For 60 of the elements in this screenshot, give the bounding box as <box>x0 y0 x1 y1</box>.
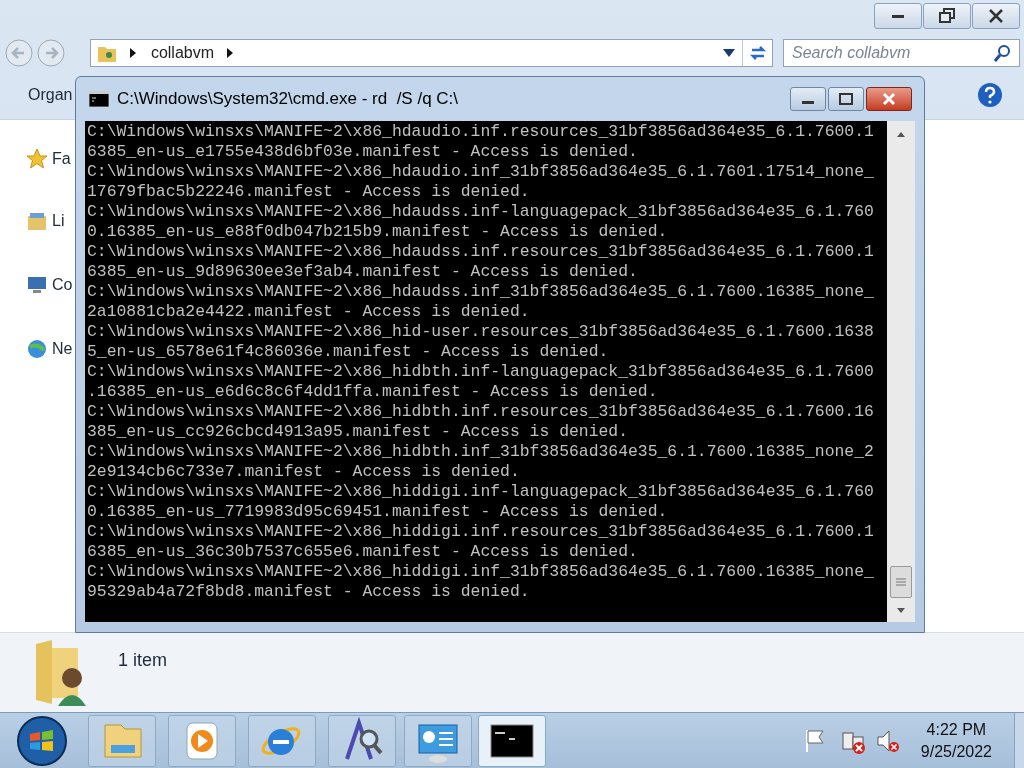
close-icon <box>988 8 1004 24</box>
start-button[interactable] <box>14 713 70 768</box>
console-line: 6385_en-us_e1755e438d6bf03e.manifest - Access is denied. <box>87 142 639 162</box>
scrollbar[interactable] <box>887 121 915 622</box>
maximize-button[interactable] <box>828 87 864 111</box>
search-icon <box>994 44 1012 62</box>
console-line: C:\Windows\winsxs\MANIFE~2\x86_hdaudio.inf_31bf3856ad364e35_6.1.7601.17514_none_ <box>87 162 875 182</box>
close-button[interactable] <box>972 3 1020 29</box>
minimize-button[interactable] <box>790 87 826 111</box>
console-line: 0.16385_en-us_7719983d95c69451.manifest - Access is denied. <box>87 502 669 522</box>
dropdown-icon[interactable] <box>722 48 736 58</box>
sidebar-item[interactable]: Co <box>26 272 73 298</box>
console-line: C:\Windows\winsxs\MANIFE~2\x86_hid-user.resources_31bf3856ad364e35_6.1.7600.1638 <box>87 322 875 342</box>
library-icon <box>26 210 48 232</box>
close-icon <box>881 91 897 107</box>
address-bar[interactable]: collabvm <box>89 39 773 67</box>
console-line: C:\Windows\winsxs\MANIFE~2\x86_hidbth.inf_31bf3856ad364e35_6.1.7600.16385_none_2 <box>87 442 875 462</box>
restore-button[interactable] <box>923 3 971 29</box>
minimize-icon <box>892 14 904 18</box>
console-line: 95329ab4a72f8bd8.manifest - Access is denied. <box>87 582 531 602</box>
help-icon[interactable] <box>976 80 1004 109</box>
taskbar-button[interactable] <box>478 714 546 767</box>
console-line: C:\Windows\winsxs\MANIFE~2\x86_hdaudss.inf.resources_31bf3856ad364e35_6.1.7600.1 <box>87 242 875 262</box>
console-line: 0.16385_en-us_e88f0db047b215b9.manifest - Access is denied. <box>87 222 669 242</box>
console-line: C:\Windows\winsxs\MANIFE~2\x86_hdaudss.inf_31bf3856ad364e35_6.1.7600.16385_none_ <box>87 282 875 302</box>
console-line: C:\Windows\winsxs\MANIFE~2\x86_hiddigi.inf_31bf3856ad364e35_6.1.7600.16385_none_ <box>87 562 875 582</box>
breadcrumb[interactable]: collabvm <box>150 41 215 65</box>
sidebar-item[interactable]: Ne <box>26 336 73 362</box>
console-icon <box>89 91 109 107</box>
search-field[interactable]: Search collabvm <box>783 39 1020 67</box>
item-count: 1 item <box>118 649 168 672</box>
console-line: C:\Windows\winsxs\MANIFE~2\x86_hidbth.inf-languagepack_31bf3856ad364e35_6.1.7600 <box>87 362 875 382</box>
console-line: 385_en-us_cc926cbcd4913a95.manifest - Access is denied. <box>87 422 629 442</box>
globe-icon <box>26 338 48 360</box>
console-line: C:\Windows\winsxs\MANIFE~2\x86_hidbth.inf.resources_31bf3856ad364e35_6.1.7600.16 <box>87 402 875 422</box>
console-line: 2e9134cb6c733e7.manifest - Access is denied. <box>87 462 521 482</box>
console-line: 17679fbac5b22246.manifest - Access is denied. <box>87 182 531 202</box>
minimize-button[interactable] <box>874 3 922 29</box>
sidebar-item[interactable]: Fa <box>26 146 71 172</box>
console-line: C:\Windows\winsxs\MANIFE~2\x86_hiddigi.inf.resources_31bf3856ad364e35_6.1.7600.1 <box>87 522 875 542</box>
sidebar-item[interactable]: Li <box>26 208 65 234</box>
console-line: C:\Windows\winsxs\MANIFE~2\x86_hdaudss.inf-languagepack_31bf3856ad364e35_6.1.760 <box>87 202 875 222</box>
console-line: .16385_en-us_e6d6c8c6f4dd1ffa.manifest - Access is denied. <box>87 382 659 402</box>
console-line: C:\Windows\winsxs\MANIFE~2\x86_hiddigi.inf-languagepack_31bf3856ad364e35_6.1.760 <box>87 482 875 502</box>
console-line: 5_en-us_6578e61f4c86036e.manifest - Access is denied. <box>87 342 610 362</box>
console-line: 2a10881cba2e4422.manifest - Access is denied. <box>87 302 531 322</box>
console-line: 6385_en-us_36c30b7537c655e6.manifest - Access is denied. <box>87 542 639 562</box>
clock[interactable]: 4:22 PM 9/25/2022 <box>920 718 992 763</box>
maximize-icon <box>838 91 854 107</box>
scroll-thumb[interactable] <box>890 566 912 598</box>
organize-menu[interactable]: Organ <box>28 82 73 107</box>
computer-icon <box>26 274 48 296</box>
console-line: C:\Windows\winsxs\MANIFE~2\x86_hdaudio.inf.resources_31bf3856ad364e35_6.1.7600.1 <box>87 122 875 142</box>
console-line: 6385_en-us_9d89630ee3ef3ab4.manifest - Access is denied. <box>87 262 639 282</box>
restore-icon <box>939 8 955 24</box>
close-button[interactable] <box>866 87 912 111</box>
window-title: C:\Windows\System32\cmd.exe - rd /S /q C:\ <box>117 88 459 111</box>
star-icon <box>26 148 48 170</box>
grip-icon <box>896 577 906 587</box>
minimize-icon <box>802 100 814 104</box>
